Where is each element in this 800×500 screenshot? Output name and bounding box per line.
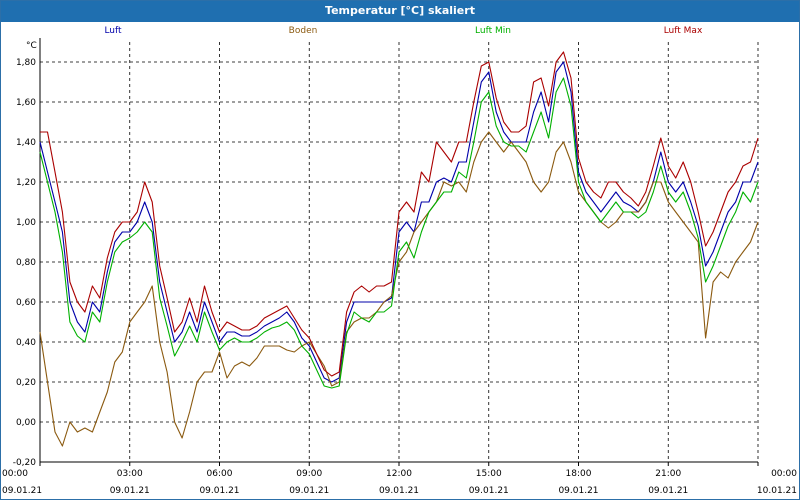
x-tick-date: 09.01.21 — [648, 486, 688, 496]
y-tick-label: 1,40 — [16, 138, 36, 148]
x-tick-date: 09.01.21 — [469, 486, 509, 496]
temperature-chart: Luft Boden Luft Min Luft Max -0,20 0,00 0,20 0… — [2, 26, 797, 496]
x-tick-date: 10.01.21 — [757, 486, 797, 496]
y-axis-unit: °C — [26, 41, 37, 51]
y-tick-label: 1,00 — [16, 218, 36, 228]
chart-legend: Luft Boden Luft Min Luft Max — [104, 26, 703, 36]
y-tick-label: 0,60 — [16, 298, 36, 308]
x-tick-time: 18:00 — [566, 469, 592, 479]
y-tick-label: 1,60 — [16, 98, 36, 108]
x-tick-time: 06:00 — [207, 469, 233, 479]
y-tick-label: 1,80 — [16, 58, 36, 68]
x-tick-date: 09.01.21 — [289, 486, 329, 496]
x-tick-time: 03:00 — [117, 469, 143, 479]
x-tick-time: 21:00 — [655, 469, 681, 479]
legend-entry-luft-min: Luft Min — [475, 26, 511, 36]
x-tick-time: 00:00 — [771, 469, 797, 479]
y-tick-label: 0,00 — [16, 418, 36, 428]
x-tick-date: 09.01.21 — [558, 486, 598, 496]
x-tick-time: 12:00 — [386, 469, 412, 479]
x-tick-date: 09.01.21 — [379, 486, 419, 496]
legend-entry-boden: Boden — [289, 26, 318, 36]
x-tick-date: 09.01.21 — [199, 486, 239, 496]
x-tick-date: 09.01.21 — [2, 486, 42, 496]
legend-entry-luft: Luft — [104, 26, 122, 36]
x-tick-time: 09:00 — [296, 469, 322, 479]
y-tick-label: 0,80 — [16, 258, 36, 268]
legend-entry-luft-max: Luft Max — [664, 26, 703, 36]
x-tick-time: 00:00 — [2, 469, 28, 479]
y-tick-label: -0,20 — [13, 458, 37, 468]
x-tick-time: 15:00 — [476, 469, 502, 479]
y-tick-label: 0,40 — [16, 338, 36, 348]
y-tick-label: 0,20 — [16, 378, 36, 388]
x-tick-date: 09.01.21 — [110, 486, 150, 496]
y-tick-label: 1,20 — [16, 178, 36, 188]
